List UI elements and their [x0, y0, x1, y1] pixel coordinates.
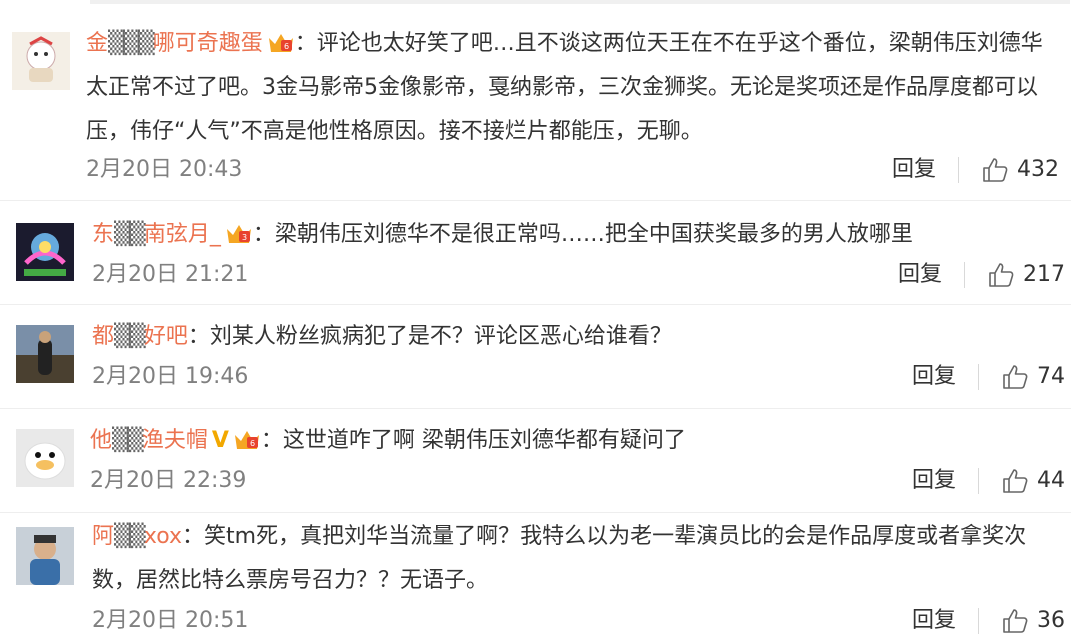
- avatar[interactable]: [16, 429, 74, 487]
- username-link[interactable]: 都▒▒好吧: [92, 324, 188, 349]
- timestamp: 2月20日 22:39: [90, 468, 247, 493]
- timestamp: 2月20日 20:43: [86, 157, 243, 182]
- timestamp: 2月20日 21:21: [92, 262, 249, 287]
- reply-button[interactable]: 回复: [912, 359, 956, 395]
- divider: [958, 157, 959, 183]
- divider: [978, 364, 979, 390]
- avatar[interactable]: [16, 527, 74, 585]
- avatar[interactable]: [12, 32, 70, 90]
- timestamp: 2月20日 20:51: [92, 608, 249, 633]
- comment-meta: 2月20日 22:39 回复 44: [90, 463, 1065, 499]
- comment-actions: 回复 44: [912, 463, 1065, 499]
- comment-body: 金▒▒▒哪可奇趣蛋 6 ：评论也太好笑了吧…且不谈这两位天王在不在乎这个番位，梁朝伟…: [86, 22, 1056, 154]
- comment-text: ：这世道咋了啊 梁朝伟压刘德华都有疑问了: [260, 428, 686, 453]
- verified-icon: V: [211, 428, 229, 453]
- like-count: 44: [1037, 468, 1065, 493]
- like-button[interactable]: 74: [1001, 359, 1065, 395]
- divider: [964, 262, 965, 288]
- thumbs-up-icon: [983, 158, 1008, 182]
- like-button[interactable]: 432: [981, 152, 1059, 188]
- thumbs-up-icon: [1003, 469, 1028, 493]
- comment-actions: 回复 36: [912, 603, 1065, 639]
- comment-meta: 2月20日 20:51 回复 36: [92, 603, 1065, 639]
- divider: [978, 468, 979, 494]
- comment-body: 阿▒▒xox：笑tm死，真把刘华当流量了啊？我特么以为老一辈演员比的会是作品厚度…: [92, 515, 1058, 603]
- vip-crown-icon: 6: [233, 427, 261, 451]
- comment-text: ：笑tm死，真把刘华当流量了啊？我特么以为老一辈演员比的会是作品厚度或者拿奖次数…: [92, 524, 1027, 593]
- svg-text:6: 6: [284, 42, 289, 51]
- comment-actions: 回复 217: [898, 257, 1065, 293]
- like-count: 36: [1037, 608, 1065, 633]
- username-link[interactable]: 阿▒▒xox: [92, 524, 182, 549]
- like-count: 74: [1037, 364, 1065, 389]
- comment-body: 都▒▒好吧：刘某人粉丝疯病犯了是不？评论区恶心给谁看？: [92, 315, 1052, 359]
- comment-item: 阿▒▒xox：笑tm死，真把刘华当流量了啊？我特么以为老一辈演员比的会是作品厚度…: [0, 512, 1071, 640]
- avatar[interactable]: [16, 325, 74, 383]
- like-button[interactable]: 36: [1001, 603, 1065, 639]
- comment-meta: 2月20日 20:43 回复 432: [86, 152, 1059, 188]
- like-button[interactable]: 217: [987, 257, 1065, 293]
- like-count: 217: [1023, 262, 1065, 287]
- reply-button[interactable]: 回复: [912, 463, 956, 499]
- comment-item: 东▒▒南弦月_ 3 ：梁朝伟压刘德华不是很正常吗……把全中国获奖最多的男人放哪里 2…: [0, 200, 1071, 304]
- comment-text: ：刘某人粉丝疯病犯了是不？评论区恶心给谁看？: [187, 324, 672, 349]
- comment-actions: 回复 432: [892, 152, 1059, 188]
- vip-crown-icon: 3: [225, 221, 253, 245]
- comment-meta: 2月20日 19:46 回复 74: [92, 359, 1065, 395]
- comment-item: 他▒▒渔夫帽 V 6 ：这世道咋了啊 梁朝伟压刘德华都有疑问了 2月20日 22:39…: [0, 408, 1071, 512]
- divider: [978, 608, 979, 634]
- reply-button[interactable]: 回复: [912, 603, 956, 639]
- vip-crown-icon: 6: [267, 30, 295, 54]
- comment-text: ：梁朝伟压刘德华不是很正常吗……把全中国获奖最多的男人放哪里: [252, 222, 913, 247]
- thumbs-up-icon: [1003, 609, 1028, 633]
- username-link[interactable]: 他▒▒渔夫帽: [90, 428, 208, 453]
- like-count: 432: [1017, 157, 1059, 182]
- svg-text:6: 6: [250, 439, 255, 448]
- comment-item: 金▒▒▒哪可奇趣蛋 6 ：评论也太好笑了吧…且不谈这两位天王在不在乎这个番位，梁朝伟…: [0, 0, 1071, 200]
- timestamp: 2月20日 19:46: [92, 364, 249, 389]
- comment-actions: 回复 74: [912, 359, 1065, 395]
- avatar[interactable]: [16, 223, 74, 281]
- thumbs-up-icon: [1003, 365, 1028, 389]
- username-link[interactable]: 金▒▒▒哪可奇趣蛋: [86, 31, 263, 56]
- reply-button[interactable]: 回复: [892, 152, 936, 188]
- username-link[interactable]: 东▒▒南弦月_: [92, 222, 221, 247]
- comment-body: 他▒▒渔夫帽 V 6 ：这世道咋了啊 梁朝伟压刘德华都有疑问了: [90, 419, 1050, 463]
- reply-button[interactable]: 回复: [898, 257, 942, 293]
- thumbs-up-icon: [989, 263, 1014, 287]
- comment-meta: 2月20日 21:21 回复 217: [92, 257, 1065, 293]
- comment-body: 东▒▒南弦月_ 3 ：梁朝伟压刘德华不是很正常吗……把全中国获奖最多的男人放哪里: [92, 213, 1052, 257]
- comment-item: 都▒▒好吧：刘某人粉丝疯病犯了是不？评论区恶心给谁看？ 2月20日 19:46 …: [0, 304, 1071, 408]
- like-button[interactable]: 44: [1001, 463, 1065, 499]
- svg-text:3: 3: [242, 233, 247, 242]
